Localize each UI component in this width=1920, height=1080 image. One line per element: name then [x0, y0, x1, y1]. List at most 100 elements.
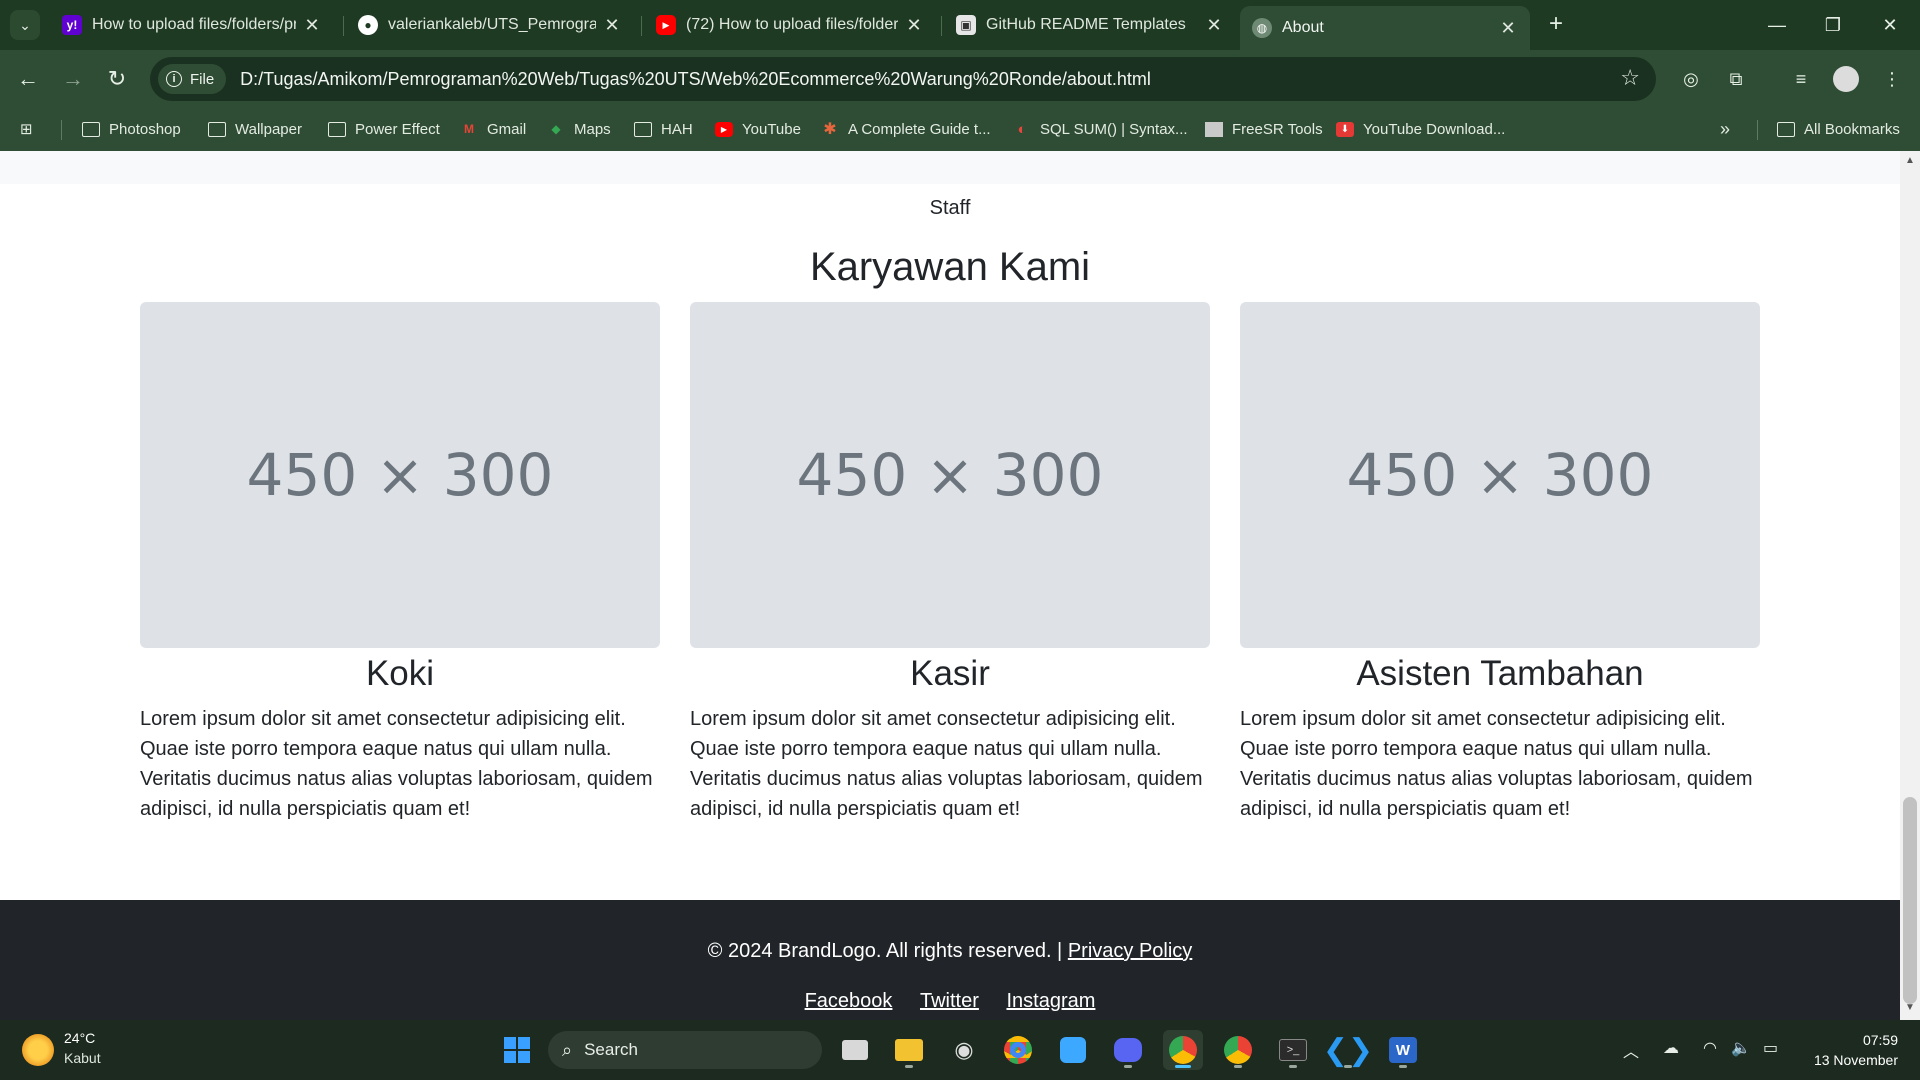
- bookmark-gmail[interactable]: M Gmail: [460, 116, 526, 142]
- all-bookmarks[interactable]: All Bookmarks: [1777, 116, 1900, 142]
- snipping-tool-icon[interactable]: [1053, 1030, 1093, 1070]
- close-icon[interactable]: ✕: [904, 15, 924, 36]
- card-text: Lorem ipsum dolor sit amet consectetur a…: [690, 708, 1203, 820]
- word-icon[interactable]: W: [1383, 1030, 1423, 1070]
- running-indicator: [1344, 1065, 1352, 1068]
- reload-button[interactable]: ↻: [101, 63, 133, 95]
- section-subtitle: Staff: [929, 197, 971, 219]
- tab-0[interactable]: y! How to upload files/folders/pro ✕: [50, 8, 334, 42]
- restore-button[interactable]: ❐: [1813, 10, 1853, 40]
- chrome-profile-icon[interactable]: [1163, 1030, 1203, 1070]
- wifi-icon[interactable]: ◠: [1703, 1038, 1717, 1058]
- staff-card: 450 × 300 Koki Lorem ipsum dolor sit ame…: [140, 302, 660, 824]
- url-text[interactable]: D:/Tugas/Amikom/Pemrograman%20Web/Tugas%…: [240, 69, 1151, 90]
- folder-icon: [82, 121, 100, 137]
- tab-title: About: [1282, 19, 1324, 36]
- card-text: Lorem ipsum dolor sit amet consectetur a…: [1240, 708, 1753, 820]
- running-indicator: [1289, 1065, 1297, 1068]
- chrome-icon[interactable]: [998, 1030, 1038, 1070]
- tab-1[interactable]: ● valeriankaleb/UTS_Pemrograma ✕: [346, 8, 634, 42]
- tab-search-button[interactable]: ⌄: [10, 10, 40, 40]
- scroll-down-arrow-icon[interactable]: ▼: [1904, 1002, 1916, 1014]
- bookmark-freesr[interactable]: FreeSR Tools: [1205, 116, 1323, 142]
- twitter-link[interactable]: Twitter: [920, 990, 979, 1012]
- bookmark-hah[interactable]: HAH: [634, 116, 693, 142]
- youtube-icon: ▶: [715, 121, 733, 137]
- site-info-chip[interactable]: i File: [158, 64, 227, 94]
- card-title: Asisten Tambahan: [1356, 654, 1644, 693]
- running-indicator: [1175, 1065, 1191, 1068]
- youtube-icon: ▶: [656, 15, 676, 35]
- chrome-alt-profile-icon[interactable]: [1218, 1030, 1258, 1070]
- weather-condition[interactable]: Kabut: [64, 1050, 101, 1066]
- obs-icon[interactable]: ◉: [944, 1030, 984, 1070]
- bookmark-maps[interactable]: ◆ Maps: [547, 116, 610, 142]
- profile-avatar[interactable]: [1831, 64, 1861, 94]
- privacy-policy-link[interactable]: Privacy Policy: [1068, 940, 1192, 962]
- instagram-link[interactable]: Instagram: [1006, 990, 1095, 1012]
- media-controls-icon[interactable]: ≡: [1786, 64, 1816, 94]
- task-view-icon[interactable]: [835, 1030, 875, 1070]
- tab-title: How to upload files/folders/pro: [92, 16, 296, 33]
- extension-cai-icon[interactable]: ◎: [1676, 64, 1706, 94]
- weather-temp[interactable]: 24°C: [64, 1030, 95, 1046]
- menu-kebab-icon[interactable]: ⋮: [1877, 64, 1907, 94]
- vscode-icon[interactable]: ❮❯: [1323, 1030, 1373, 1070]
- apps-grid-icon[interactable]: ⊞: [20, 116, 33, 142]
- taskbar-search[interactable]: ⌕ Search: [548, 1031, 822, 1069]
- chevron-up-icon[interactable]: ︿: [1623, 1038, 1639, 1062]
- weather-icon[interactable]: [22, 1034, 54, 1066]
- tab-separator: [641, 16, 642, 36]
- scheme-label: File: [190, 70, 215, 88]
- extensions-puzzle-icon[interactable]: ⧉: [1721, 64, 1751, 94]
- facebook-link[interactable]: Facebook: [805, 990, 893, 1012]
- bookmark-youtube[interactable]: ▶ YouTube: [715, 116, 801, 142]
- running-indicator: [1234, 1065, 1242, 1068]
- card-title: Kasir: [910, 654, 990, 693]
- card-text: Lorem ipsum dolor sit amet consectetur a…: [140, 708, 653, 820]
- back-button[interactable]: ←: [12, 63, 44, 95]
- file-explorer-icon[interactable]: [889, 1030, 929, 1070]
- discord-icon[interactable]: [1108, 1030, 1148, 1070]
- bookmark-complete-guide[interactable]: ✱ A Complete Guide t...: [821, 116, 990, 142]
- close-icon[interactable]: ✕: [1204, 15, 1224, 36]
- close-icon[interactable]: ✕: [602, 15, 622, 36]
- scroll-up-arrow-icon[interactable]: ▲: [1904, 155, 1916, 167]
- battery-icon[interactable]: ▭: [1763, 1038, 1778, 1058]
- bookmark-youtube-download[interactable]: ⬇ YouTube Download...: [1336, 116, 1505, 142]
- bookmark-sql-sum[interactable]: ◐ SQL SUM() | Syntax...: [1013, 116, 1187, 142]
- tab-3[interactable]: ▣ GitHub README Templates ✕: [944, 8, 1236, 42]
- bookmark-power-effect[interactable]: Power Effect: [328, 116, 440, 142]
- close-icon[interactable]: ✕: [302, 15, 322, 36]
- more-bookmarks-chevron-icon[interactable]: »: [1720, 116, 1730, 142]
- new-tab-button[interactable]: +: [1542, 10, 1570, 38]
- terminal-icon[interactable]: >_: [1273, 1030, 1313, 1070]
- tab-title: (72) How to upload files/folders: [686, 16, 898, 33]
- bookmark-wallpaper[interactable]: Wallpaper: [208, 116, 302, 142]
- footer-social-links: Facebook Twitter Instagram: [0, 990, 1900, 1013]
- reload-icon: ↻: [107, 66, 127, 91]
- address-bar[interactable]: i File D:/Tugas/Amikom/Pemrograman%20Web…: [150, 57, 1656, 101]
- volume-icon[interactable]: 🔈: [1731, 1038, 1751, 1058]
- running-indicator: [1399, 1065, 1407, 1068]
- folder-icon: [1777, 121, 1795, 137]
- start-button[interactable]: [497, 1030, 537, 1070]
- bookmark-photoshop[interactable]: Photoshop: [82, 116, 181, 142]
- system-clock[interactable]: 07:59 13 November: [1814, 1030, 1898, 1070]
- forward-button[interactable]: →: [57, 63, 89, 95]
- close-icon[interactable]: ✕: [1498, 18, 1518, 39]
- github-icon: ●: [358, 15, 378, 35]
- bookmark-label: Photoshop: [109, 120, 181, 138]
- restore-icon: ❐: [1824, 14, 1842, 35]
- tab-4-active[interactable]: ◍ About ✕: [1240, 6, 1530, 50]
- tab-bar: ⌄ y! How to upload files/folders/pro ✕ ●…: [0, 0, 1920, 50]
- minimize-button[interactable]: —: [1757, 10, 1797, 40]
- close-window-button[interactable]: ✕: [1870, 10, 1910, 40]
- scrollbar-thumb[interactable]: [1903, 797, 1917, 1004]
- star-icon[interactable]: ☆: [1620, 65, 1640, 91]
- vertical-scrollbar[interactable]: ▲ ▼: [1900, 151, 1920, 1020]
- folder-icon: [328, 121, 346, 137]
- divider: [1757, 120, 1758, 140]
- tab-2[interactable]: ▶ (72) How to upload files/folders ✕: [644, 8, 936, 42]
- onedrive-icon[interactable]: ☁: [1663, 1038, 1679, 1058]
